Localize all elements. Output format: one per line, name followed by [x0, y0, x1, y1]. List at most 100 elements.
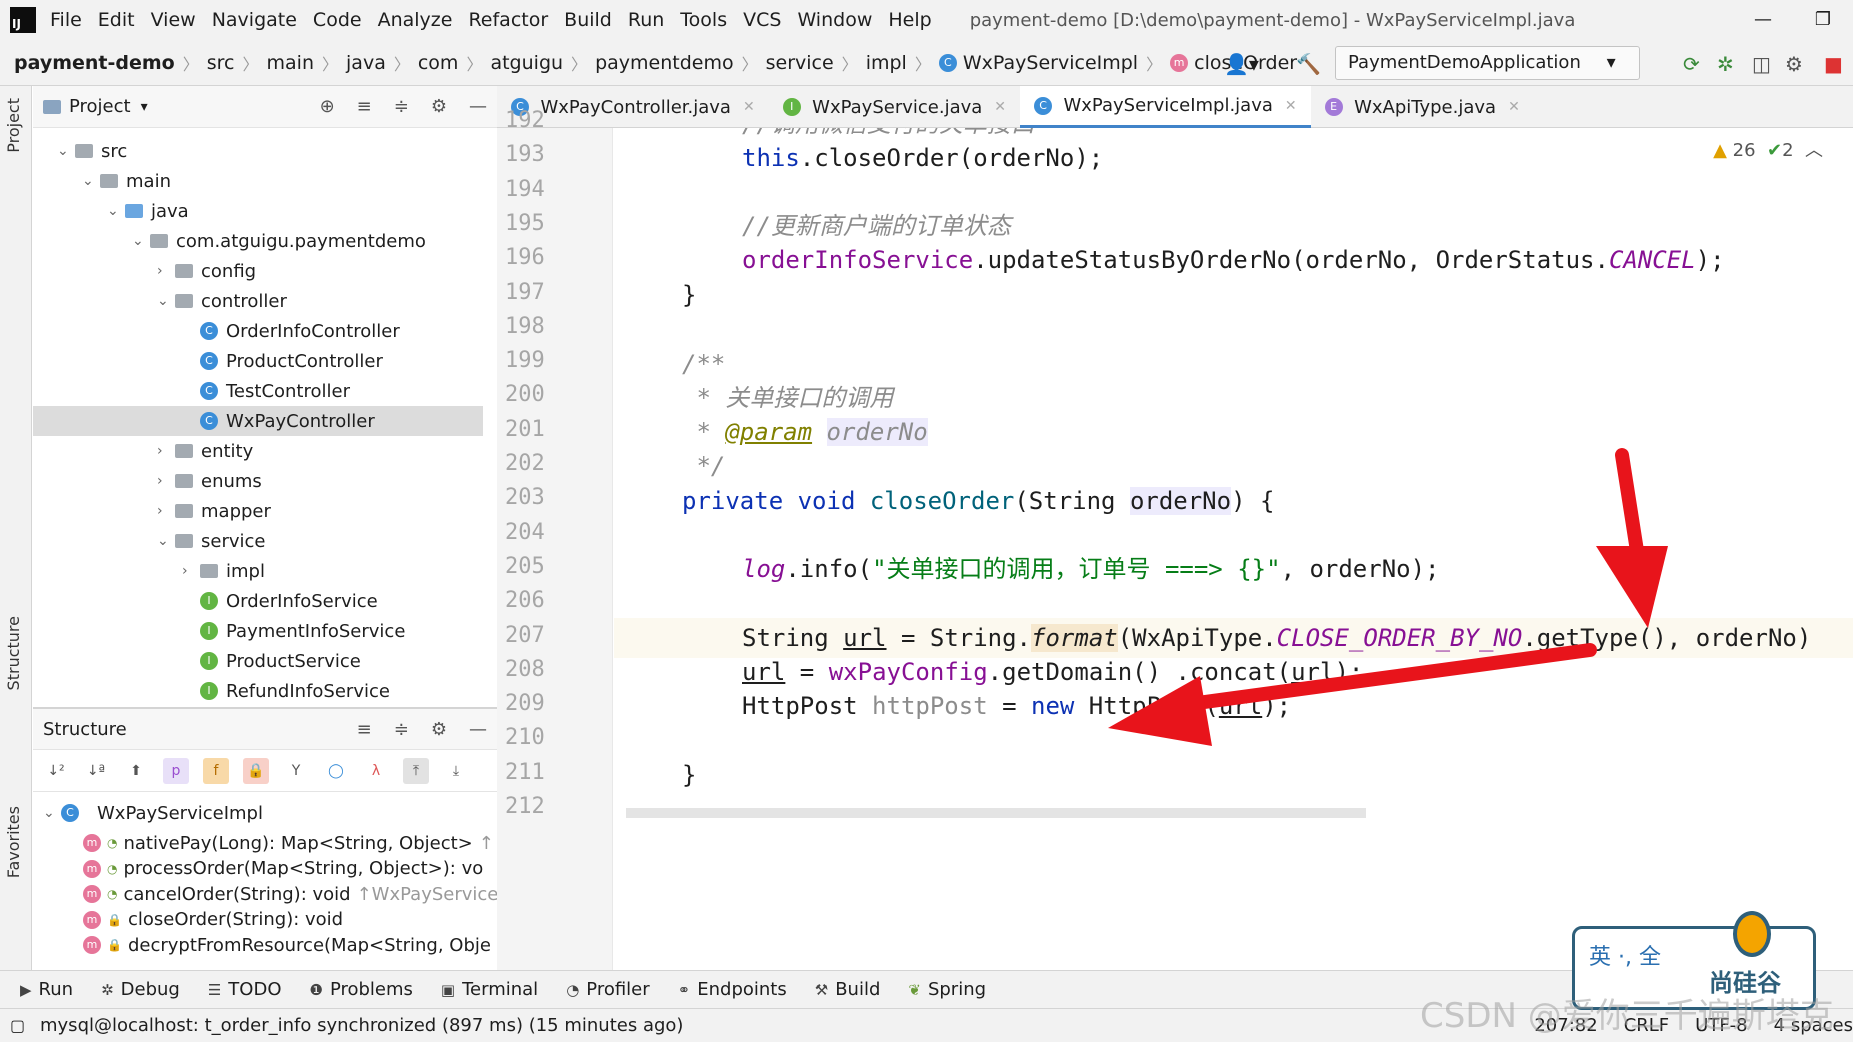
close-icon[interactable]: ✕ [1285, 98, 1297, 114]
tree-item[interactable]: ⌄ service [33, 526, 483, 556]
collapse-all-icon[interactable]: ≑ [394, 719, 409, 740]
chevron-right-icon[interactable]: › [157, 503, 175, 519]
structure-root[interactable]: ⌄ C WxPayServiceImpl [43, 798, 263, 828]
chevron-down-icon[interactable]: ▾ [141, 99, 148, 115]
tree-item[interactable]: ⌄ controller [33, 286, 483, 316]
tree-item[interactable]: › mapper [33, 496, 483, 526]
chevron-down-icon[interactable]: ⌄ [57, 143, 75, 159]
chevron-right-icon[interactable]: › [182, 563, 200, 579]
tab-wxpayserviceimpl[interactable]: C WxPayServiceImpl.java ✕ [1020, 86, 1311, 128]
side-tab-structure[interactable]: Structure [4, 616, 23, 690]
menu-edit[interactable]: Edit [98, 9, 135, 31]
tree-item[interactable]: › impl [33, 556, 483, 586]
structure-member[interactable]: m 🔒 decryptFromResource(Map<String, Obje [83, 930, 491, 960]
tree-item[interactable]: C WxPayController [33, 406, 483, 436]
menu-help[interactable]: Help [888, 9, 931, 31]
chevron-up-icon[interactable]: ︿ [1805, 140, 1823, 161]
tool-todo[interactable]: ☰ TODO [208, 979, 282, 1000]
breadcrumb-main[interactable]: main [267, 52, 314, 74]
gear-icon[interactable]: ⚙ [431, 96, 447, 117]
tree-item[interactable]: C TestController [33, 376, 483, 406]
tree-item[interactable]: › entity [33, 436, 483, 466]
hammer-icon[interactable]: 🔨 [1296, 52, 1321, 76]
tab-wxpayservice[interactable]: I WxPayService.java ✕ [769, 86, 1020, 128]
horizontal-scrollbar[interactable] [626, 808, 1366, 818]
menu-tools[interactable]: Tools [680, 9, 727, 31]
tree-item[interactable]: ⌄ java [33, 196, 483, 226]
tree-item[interactable]: ⌄ src [33, 136, 483, 166]
breadcrumb-paymentdemo[interactable]: paymentdemo [595, 52, 734, 74]
chevron-right-icon[interactable]: › [157, 473, 175, 489]
stop-icon[interactable]: ■ [1824, 52, 1843, 76]
chevron-down-icon[interactable]: ⌄ [82, 173, 100, 189]
side-tab-favorites[interactable]: Favorites [4, 806, 23, 878]
breadcrumb-com[interactable]: com [418, 52, 459, 74]
tree-item[interactable]: I PaymentInfoService [33, 616, 483, 646]
code-editor[interactable]: //调用微信支付的关单接口 this.closeOrder(orderNo); … [614, 128, 1853, 970]
run-configuration-select[interactable]: PaymentDemoApplication ▾ [1335, 46, 1640, 80]
restore-icon[interactable]: ❐ [1793, 0, 1853, 40]
menu-refactor[interactable]: Refactor [468, 9, 548, 31]
hide-icon[interactable]: — [469, 96, 487, 117]
menu-vcs[interactable]: VCS [743, 9, 781, 31]
expand-all-icon[interactable]: ≡ [357, 719, 372, 740]
chevron-right-icon[interactable]: › [157, 263, 175, 279]
close-icon[interactable]: ✕ [743, 99, 755, 115]
tool-endpoints[interactable]: ⚭ Endpoints [678, 979, 787, 1000]
tree-item[interactable]: C OrderInfoController [33, 316, 483, 346]
status-message[interactable]: mysql@localhost: t_order_info synchroniz… [40, 1015, 683, 1036]
show-fields-icon[interactable]: f [203, 757, 229, 784]
lambda-icon[interactable]: λ [363, 758, 389, 784]
tool-problems[interactable]: ❶ Problems [310, 979, 413, 1000]
sort-visibility-icon[interactable]: ↓² [43, 758, 69, 784]
breadcrumb-atguigu[interactable]: atguigu [490, 52, 563, 74]
inspection-widget[interactable]: ▲ 26 ✔2 ︿ [1713, 136, 1823, 162]
breadcrumb-class[interactable]: C WxPayServiceImpl [938, 52, 1138, 74]
user-icon[interactable]: 👤▾ [1224, 52, 1259, 76]
tool-profiler[interactable]: ◔ Profiler [566, 979, 649, 1000]
side-tab-project[interactable]: Project [4, 98, 23, 153]
menu-code[interactable]: Code [313, 9, 362, 31]
tool-debug[interactable]: ✲ Debug [101, 979, 180, 1000]
chevron-down-icon[interactable]: ⌄ [107, 203, 125, 219]
show-anonymous-icon[interactable]: Y [283, 758, 309, 784]
autoscroll-to-source-icon[interactable]: ⤒ [403, 757, 429, 784]
hide-icon[interactable]: — [469, 719, 487, 740]
chevron-down-icon[interactable]: ⌄ [157, 533, 175, 549]
tree-item[interactable]: I OrderInfoService [33, 586, 483, 616]
tree-item[interactable]: › enums [33, 466, 483, 496]
tool-spring[interactable]: ❦ Spring [908, 979, 986, 1000]
breadcrumb-impl[interactable]: impl [866, 52, 907, 74]
tool-build[interactable]: ⚒ Build [815, 979, 881, 1000]
project-panel-title[interactable]: Project [69, 96, 131, 117]
collapse-all-icon[interactable]: ≑ [394, 96, 409, 117]
show-properties-icon[interactable]: p [163, 757, 189, 784]
show-lambdas-icon[interactable]: ◯ [323, 758, 349, 784]
chevron-down-icon[interactable]: ⌄ [157, 293, 175, 309]
gear-icon[interactable]: ⚙ [431, 719, 447, 740]
tree-item[interactable]: C ProductController [33, 346, 483, 376]
tool-run[interactable]: ▶ Run [20, 979, 73, 1000]
chevron-right-icon[interactable]: › [157, 443, 175, 459]
breadcrumb-java[interactable]: java [346, 52, 386, 74]
close-icon[interactable]: ✕ [1508, 99, 1520, 115]
menu-analyze[interactable]: Analyze [378, 9, 453, 31]
breadcrumb-project[interactable]: payment-demo [14, 52, 175, 74]
menu-navigate[interactable]: Navigate [212, 9, 297, 31]
debug-icon[interactable]: ✲ [1717, 52, 1734, 76]
menu-build[interactable]: Build [564, 9, 612, 31]
minimize-icon[interactable]: — [1733, 0, 1793, 40]
tree-item[interactable]: ⌄ com.atguigu.paymentdemo [33, 226, 483, 256]
menu-file[interactable]: File [50, 9, 82, 31]
show-inherited-icon[interactable]: ⬆ [123, 758, 149, 784]
menu-view[interactable]: View [151, 9, 196, 31]
coverage-icon[interactable]: ◫ [1752, 52, 1771, 76]
tree-item[interactable]: I RefundInfoService [33, 676, 483, 706]
tool-terminal[interactable]: ▣ Terminal [441, 979, 538, 1000]
tab-wxapitype[interactable]: E WxApiType.java ✕ [1311, 86, 1534, 128]
close-icon[interactable]: ✕ [994, 99, 1006, 115]
tree-item[interactable]: › config [33, 256, 483, 286]
menu-run[interactable]: Run [628, 9, 664, 31]
profile-icon[interactable]: ⚙ [1785, 52, 1803, 76]
breadcrumb-service[interactable]: service [766, 52, 834, 74]
